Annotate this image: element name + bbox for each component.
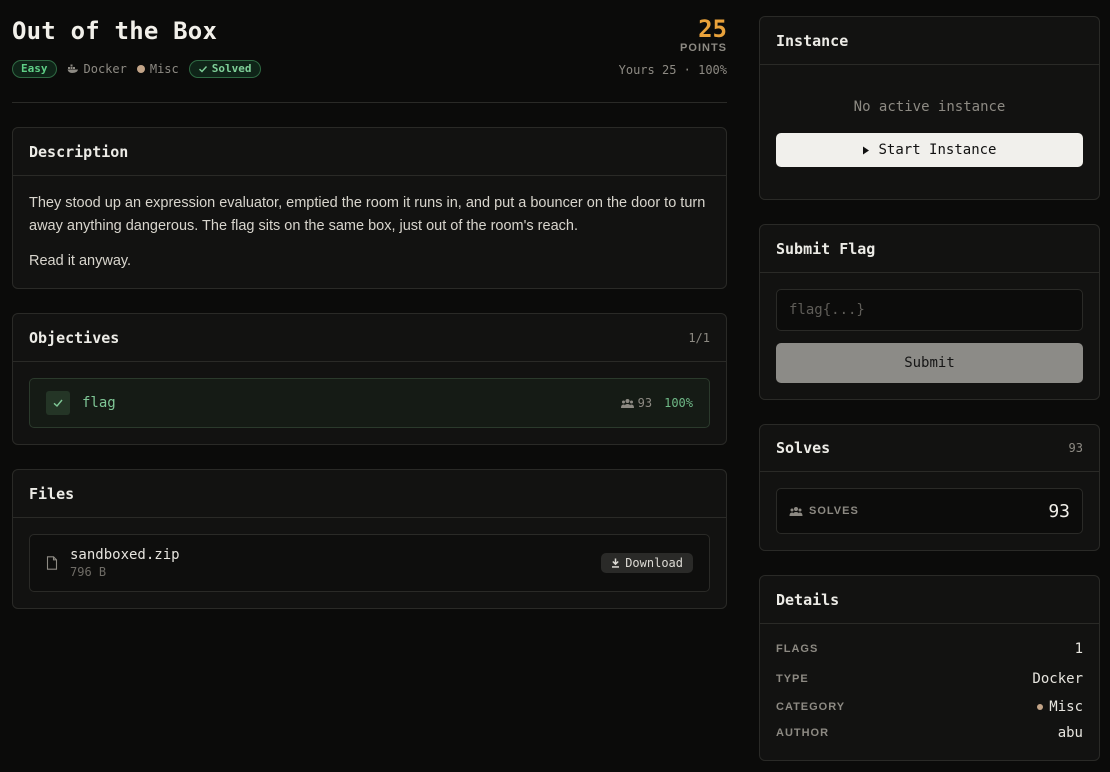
people-icon: [789, 507, 803, 516]
check-icon: [198, 66, 207, 73]
solves-value: 93: [1048, 500, 1070, 522]
challenge-header: Out of the Box Easy Docker Misc Solved 2…: [12, 12, 727, 103]
page-title: Out of the Box: [12, 17, 218, 45]
files-header: Files: [13, 470, 726, 518]
objectives-count: 1/1: [688, 330, 710, 345]
files-card: Files sandboxed.zip 796 B Download: [12, 469, 727, 609]
detail-key: TYPE: [776, 673, 809, 685]
points-label: POINTS: [680, 42, 727, 54]
instance-header: Instance: [760, 17, 1099, 65]
objective-row[interactable]: flag 93 100%: [29, 378, 710, 428]
description-card: Description They stood up an expression …: [12, 127, 727, 289]
description-header: Description: [13, 128, 726, 176]
objectives-header: Objectives 1/1: [13, 314, 726, 362]
download-label: Download: [625, 556, 683, 570]
solved-label: Solved: [211, 62, 252, 75]
type-tag: Docker: [67, 62, 127, 76]
detail-row-category: CATEGORY Misc: [776, 699, 1083, 715]
file-info: sandboxed.zip 796 B: [70, 547, 180, 579]
docker-icon: [67, 64, 78, 73]
description-paragraph: Read it anyway.: [29, 253, 132, 269]
detail-value: Misc: [1049, 699, 1083, 715]
instance-title: Instance: [776, 31, 849, 50]
points-value: 25: [698, 15, 727, 43]
files-title: Files: [29, 484, 75, 503]
objective-percent: 100%: [664, 396, 693, 410]
solves-box: SOLVES 93: [776, 488, 1083, 534]
detail-value: abu: [1057, 725, 1083, 741]
submit-flag-header: Submit Flag: [760, 225, 1099, 273]
description-paragraph: They stood up an expression evaluator, e…: [29, 195, 706, 234]
type-label: Docker: [83, 62, 127, 76]
details-title: Details: [776, 590, 840, 609]
check-icon: [53, 399, 63, 408]
solved-badge: Solved: [188, 60, 261, 78]
details-header: Details: [760, 576, 1099, 624]
description-title: Description: [29, 142, 129, 161]
detail-key: FLAGS: [776, 643, 819, 655]
details-card: Details FLAGS 1 TYPE Docker CATEGORY Mis…: [759, 575, 1100, 761]
submit-flag-title: Submit Flag: [776, 239, 876, 258]
start-instance-button[interactable]: Start Instance: [776, 133, 1083, 167]
submit-button[interactable]: Submit: [776, 343, 1083, 383]
solves-header: Solves 93: [760, 425, 1099, 472]
instance-status: No active instance: [853, 99, 1006, 115]
file-icon: [46, 556, 58, 570]
detail-row-flags: FLAGS 1: [776, 641, 1083, 657]
objectives-title: Objectives: [29, 328, 120, 347]
detail-key: CATEGORY: [776, 701, 846, 713]
play-icon: [863, 146, 870, 154]
file-name: sandboxed.zip: [70, 547, 180, 563]
challenge-tags: Easy Docker Misc Solved: [12, 60, 261, 78]
points-block: 25 POINTS: [680, 16, 727, 54]
objective-solves-count: 93: [637, 396, 653, 410]
description-body: They stood up an expression evaluator, e…: [13, 176, 726, 289]
instance-card: Instance No active instance Start Instan…: [759, 16, 1100, 200]
category-dot: [136, 65, 145, 73]
submit-label: Submit: [904, 355, 955, 371]
submit-flag-card: Submit Flag Submit: [759, 224, 1100, 400]
detail-value-category: Misc: [1037, 699, 1083, 715]
detail-key: AUTHOR: [776, 727, 830, 739]
download-icon: [612, 558, 620, 568]
objectives-card: Objectives 1/1 flag 93 100%: [12, 313, 727, 445]
category-label: Misc: [149, 62, 179, 76]
solves-label: SOLVES: [809, 505, 859, 517]
your-score: Yours 25 · 100%: [618, 63, 727, 77]
file-size: 796 B: [70, 565, 107, 579]
file-row: sandboxed.zip 796 B Download: [29, 534, 710, 592]
category-tag: Misc: [136, 62, 179, 76]
detail-value: Docker: [1032, 671, 1083, 687]
detail-row-type: TYPE Docker: [776, 671, 1083, 687]
detail-value: 1: [1074, 641, 1083, 657]
download-button[interactable]: Download: [601, 553, 693, 573]
solves-title: Solves: [776, 439, 831, 457]
objective-name: flag: [82, 395, 116, 411]
category-dot: [1037, 704, 1044, 710]
objective-stats: 93 100%: [620, 396, 693, 410]
flag-input[interactable]: [776, 289, 1083, 331]
objective-solves: 93: [620, 396, 653, 410]
objective-checkbox: [46, 391, 70, 415]
solves-card: Solves 93 SOLVES 93: [759, 424, 1100, 551]
start-instance-label: Start Instance: [878, 142, 997, 158]
solves-count: 93: [1068, 441, 1083, 455]
people-icon: [620, 399, 634, 408]
difficulty-badge: Easy: [12, 60, 57, 78]
detail-row-author: AUTHOR abu: [776, 725, 1083, 741]
